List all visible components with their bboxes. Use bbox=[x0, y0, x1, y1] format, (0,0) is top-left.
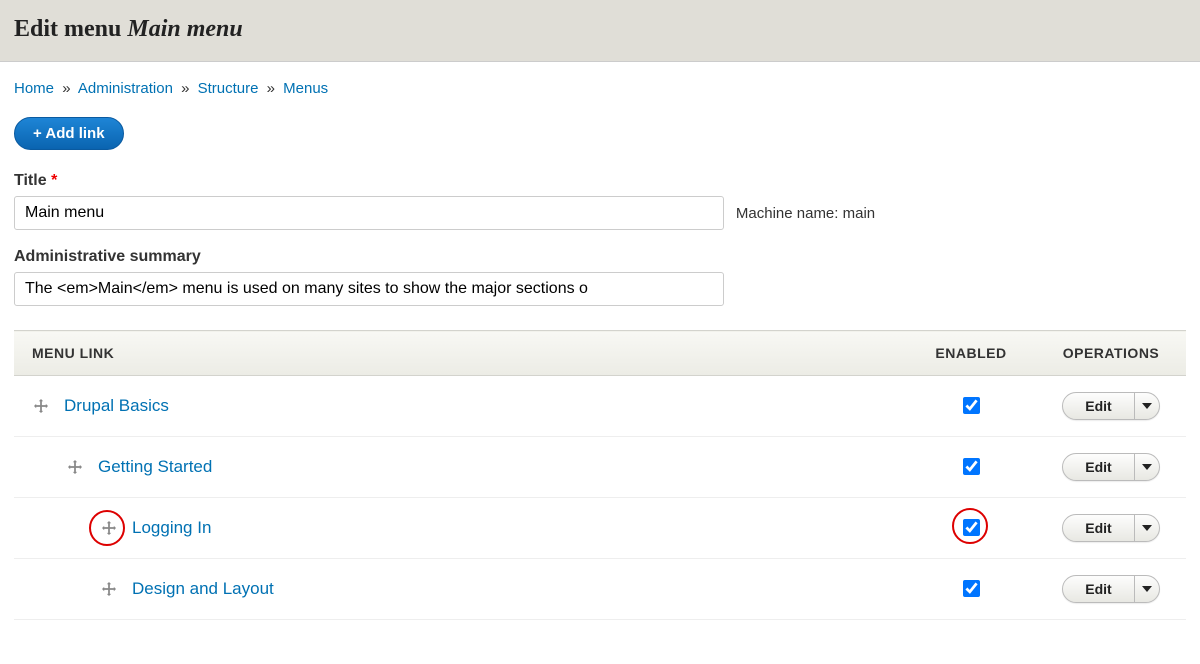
operations-dropbutton: Edit bbox=[1062, 514, 1159, 542]
table-row: Getting Started Edit bbox=[14, 437, 1186, 498]
enabled-cell bbox=[906, 437, 1036, 498]
summary-input[interactable] bbox=[14, 272, 724, 306]
breadcrumb-home[interactable]: Home bbox=[14, 80, 54, 97]
col-enabled: ENABLED bbox=[906, 331, 1036, 376]
title-input[interactable] bbox=[14, 196, 724, 230]
menu-link[interactable]: Logging In bbox=[132, 518, 211, 538]
machine-name-prefix: Machine name: bbox=[736, 205, 843, 222]
drag-handle-icon[interactable] bbox=[66, 458, 84, 476]
breadcrumb-sep: » bbox=[62, 80, 70, 97]
enabled-cell bbox=[906, 559, 1036, 620]
title-label-text: Title bbox=[14, 172, 47, 189]
edit-button[interactable]: Edit bbox=[1063, 454, 1134, 480]
breadcrumb: Home » Administration » Structure » Menu… bbox=[14, 80, 1186, 97]
operations-cell: Edit bbox=[1036, 437, 1186, 498]
page-header: Edit menu Main menu bbox=[0, 0, 1200, 62]
drag-handle-icon[interactable] bbox=[100, 580, 118, 598]
page-title: Edit menu Main menu bbox=[14, 16, 1186, 43]
link-cell: Design and Layout bbox=[14, 559, 906, 620]
operations-toggle[interactable] bbox=[1135, 393, 1159, 419]
link-cell: Drupal Basics bbox=[14, 376, 906, 437]
required-asterisk: * bbox=[51, 172, 57, 189]
operations-cell: Edit bbox=[1036, 559, 1186, 620]
summary-field-row: Administrative summary bbox=[14, 248, 1186, 306]
title-emphasis: Main menu bbox=[127, 16, 242, 42]
col-operations: OPERATIONS bbox=[1036, 331, 1186, 376]
col-menu-link: MENU LINK bbox=[14, 331, 906, 376]
edit-button[interactable]: Edit bbox=[1063, 576, 1134, 602]
operations-dropbutton: Edit bbox=[1062, 575, 1159, 603]
enabled-cell bbox=[906, 498, 1036, 559]
link-cell: Logging In bbox=[14, 498, 906, 559]
summary-label: Administrative summary bbox=[14, 248, 1186, 266]
menu-links-table: MENU LINK ENABLED OPERATIONS Drupal Basi… bbox=[14, 330, 1186, 620]
table-row: Drupal Basics Edit bbox=[14, 376, 1186, 437]
table-row: Logging In Edit bbox=[14, 498, 1186, 559]
menu-link[interactable]: Getting Started bbox=[98, 457, 212, 477]
enabled-checkbox[interactable] bbox=[963, 397, 980, 414]
enabled-checkbox[interactable] bbox=[963, 519, 980, 536]
breadcrumb-administration[interactable]: Administration bbox=[78, 80, 173, 97]
machine-name-hint: Machine name: main bbox=[736, 205, 875, 222]
machine-name-value: main bbox=[843, 205, 876, 222]
breadcrumb-sep: » bbox=[181, 80, 189, 97]
title-label: Title * bbox=[14, 172, 1186, 190]
menu-link[interactable]: Drupal Basics bbox=[64, 396, 169, 416]
add-link-button[interactable]: + Add link bbox=[14, 117, 124, 150]
link-cell: Getting Started bbox=[14, 437, 906, 498]
enabled-cell bbox=[906, 376, 1036, 437]
title-field-row: Title * Machine name: main bbox=[14, 172, 1186, 230]
operations-toggle[interactable] bbox=[1135, 515, 1159, 541]
menu-link[interactable]: Design and Layout bbox=[132, 579, 274, 599]
drag-handle-icon[interactable] bbox=[32, 397, 50, 415]
operations-dropbutton: Edit bbox=[1062, 392, 1159, 420]
edit-button[interactable]: Edit bbox=[1063, 515, 1134, 541]
breadcrumb-menus[interactable]: Menus bbox=[283, 80, 328, 97]
operations-toggle[interactable] bbox=[1135, 454, 1159, 480]
breadcrumb-sep: » bbox=[267, 80, 275, 97]
operations-toggle[interactable] bbox=[1135, 576, 1159, 602]
enabled-checkbox[interactable] bbox=[963, 580, 980, 597]
operations-cell: Edit bbox=[1036, 376, 1186, 437]
edit-button[interactable]: Edit bbox=[1063, 393, 1134, 419]
breadcrumb-structure[interactable]: Structure bbox=[198, 80, 259, 97]
operations-cell: Edit bbox=[1036, 498, 1186, 559]
operations-dropbutton: Edit bbox=[1062, 453, 1159, 481]
title-prefix: Edit menu bbox=[14, 16, 127, 42]
drag-handle-icon[interactable] bbox=[100, 519, 118, 537]
table-row: Design and Layout Edit bbox=[14, 559, 1186, 620]
enabled-checkbox[interactable] bbox=[963, 458, 980, 475]
